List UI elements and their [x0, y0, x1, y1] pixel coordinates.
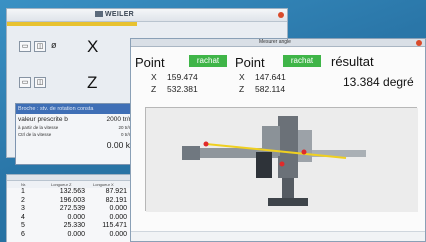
- row-x: 82.191: [105, 196, 127, 204]
- point1-x-value: 159.474: [167, 72, 198, 82]
- diameter-symbol: ø: [51, 40, 57, 50]
- point1-label: Point: [135, 55, 165, 70]
- col-header-nr: Nr.: [21, 182, 27, 187]
- result-label: résultat: [331, 54, 374, 69]
- row-nr: 3: [21, 205, 25, 213]
- tool-camera-image[interactable]: [145, 107, 418, 212]
- axis-row-x: ▭ ◫ ø X: [11, 37, 131, 59]
- row-z: 272.539: [59, 205, 85, 213]
- axis-x-label: X: [87, 37, 99, 56]
- axis-x-button-1[interactable]: ▭: [19, 41, 31, 52]
- point2-z-label: Z: [239, 84, 245, 94]
- main-titlebar: WEILER: [7, 9, 287, 22]
- dimension-table-window: Nr. Longueur Z Longueur X 1 132.563 87.9…: [6, 174, 136, 242]
- point2-label: Point: [235, 55, 265, 70]
- table-row[interactable]: 2 196.003 82.191: [7, 197, 135, 206]
- row-z: 132.563: [59, 188, 85, 195]
- measure-status-bar: [131, 231, 425, 241]
- logo-text: WEILER: [105, 11, 135, 18]
- setpoint-label: valeur prescrite b: [18, 116, 68, 123]
- param-row-from-speed: à partir de la vitesse 20 tr/min: [16, 125, 142, 132]
- result-value: 13.384 degré: [343, 75, 414, 89]
- table-row[interactable]: 1 132.563 87.921: [7, 188, 135, 197]
- point2-rachat-button[interactable]: rachat: [283, 55, 321, 67]
- power-number: 0.00: [106, 140, 124, 150]
- measure-angle-window: Mesurer angle Point rachat Point rachat …: [130, 38, 426, 242]
- point2-x-value: 147.641: [255, 72, 286, 82]
- row-x: 115.471: [102, 222, 127, 230]
- row-x: 0.000: [109, 213, 127, 221]
- param-panel-header: Broche : stv. de rotation consta: [16, 104, 142, 114]
- col-header-z: Longueur Z: [51, 182, 72, 187]
- row-nr: 2: [21, 196, 25, 204]
- table-row[interactable]: 6 0.000 0.000: [7, 231, 135, 240]
- row-nr: 6: [21, 230, 25, 238]
- tool-illustration: [146, 108, 418, 212]
- row-nr: 1: [21, 188, 25, 195]
- row-z: 0.000: [67, 230, 85, 238]
- param-row-speed-ctrl: Ctrl de la vitesse 0 tr/min: [16, 132, 142, 139]
- close-icon[interactable]: [416, 40, 422, 46]
- axis-row-z: ▭ ◫ Z: [11, 73, 131, 95]
- point2-z-value: 582.114: [255, 84, 286, 94]
- axis-z-button-2[interactable]: ◫: [34, 77, 46, 88]
- point2-x-label: X: [239, 72, 245, 82]
- from-speed-label: à partir de la vitesse: [18, 125, 59, 130]
- axis-z-label: Z: [87, 73, 98, 92]
- weiler-logo: WEILER: [95, 11, 134, 18]
- logo-mark-icon: [95, 11, 103, 17]
- point1-z-value: 532.381: [167, 84, 198, 94]
- row-x: 0.000: [109, 205, 127, 213]
- col-header-x: Longueur X: [93, 182, 114, 187]
- table-header: Nr. Longueur Z Longueur X: [7, 181, 135, 188]
- table-row[interactable]: 5 25.330 115.471: [7, 222, 135, 231]
- point1-z-label: Z: [151, 84, 157, 94]
- table-row[interactable]: 4 0.000 0.000: [7, 214, 135, 223]
- axis-x-button-2[interactable]: ◫: [34, 41, 46, 52]
- table-row[interactable]: 3 272.539 0.000: [7, 205, 135, 214]
- row-z: 0.000: [67, 213, 85, 221]
- row-nr: 5: [21, 222, 25, 230]
- point1-rachat-button[interactable]: rachat: [189, 55, 227, 67]
- speed-ctrl-label: Ctrl de la vitesse: [18, 132, 52, 137]
- row-nr: 4: [21, 213, 25, 221]
- close-icon[interactable]: [278, 12, 284, 18]
- measure-window-title: Mesurer angle: [259, 39, 291, 45]
- status-strip: [7, 22, 137, 26]
- point1-x-label: X: [151, 72, 157, 82]
- axis-z-button-1[interactable]: ▭: [19, 77, 31, 88]
- spindle-param-panel: Broche : stv. de rotation consta valeur …: [15, 103, 143, 165]
- power-readout: 0.00 kW: [16, 139, 142, 151]
- row-z: 25.330: [63, 222, 85, 230]
- row-z: 196.003: [59, 196, 85, 204]
- measure-titlebar: Mesurer angle: [131, 39, 425, 47]
- row-x: 87.921: [105, 188, 127, 195]
- param-row-setpoint: valeur prescrite b 2000 tr/min: [16, 114, 142, 125]
- row-x: 0.000: [109, 230, 127, 238]
